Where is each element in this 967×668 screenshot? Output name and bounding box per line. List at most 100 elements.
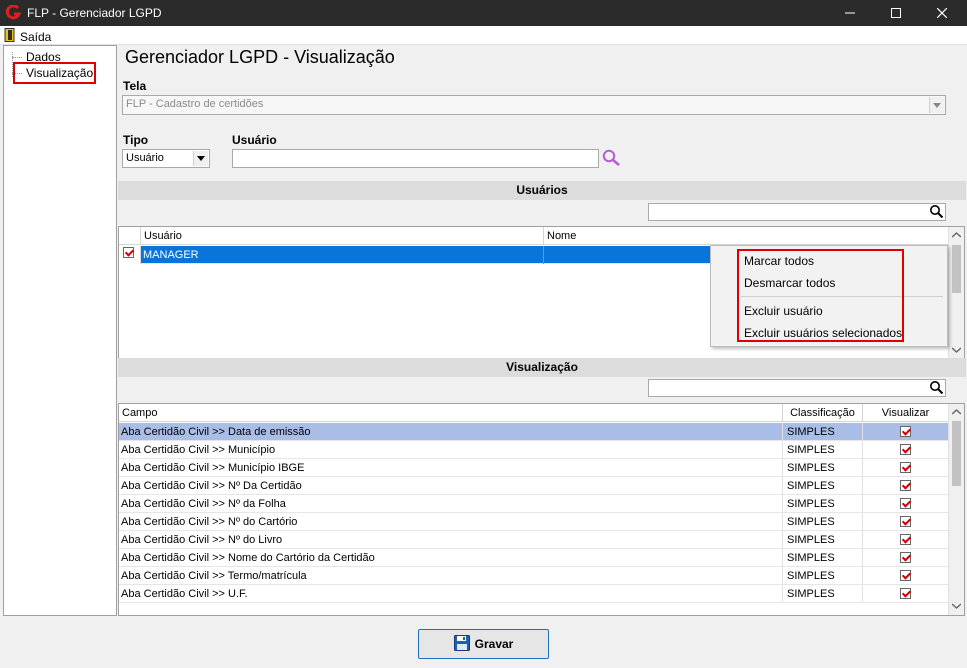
tree-item-highlight	[13, 62, 96, 84]
tela-select-value: FLP - Cadastro de certidões	[126, 98, 264, 110]
main-panel: Gerenciador LGPD - Visualização Tela FLP…	[117, 45, 967, 616]
view-row-visualizar-checkbox[interactable]	[863, 423, 948, 441]
checkbox-checked-icon	[900, 516, 911, 527]
app-logo-icon	[5, 4, 22, 20]
tela-select[interactable]: FLP - Cadastro de certidões	[122, 95, 946, 115]
close-button[interactable]	[919, 0, 965, 26]
view-row-visualizar-checkbox[interactable]	[863, 513, 948, 531]
view-search-input[interactable]	[648, 379, 946, 397]
table-row[interactable]: Aba Certidão Civil >> Nº do Livro SIMPLES	[119, 531, 948, 549]
save-button-label: Gravar	[474, 637, 514, 651]
scroll-thumb[interactable]	[952, 421, 961, 486]
window-title: FLP - Gerenciador LGPD	[27, 6, 162, 20]
table-row[interactable]: Aba Certidão Civil >> Nº da Folha SIMPLES	[119, 495, 948, 513]
view-row-visualizar-checkbox[interactable]	[863, 549, 948, 567]
chevron-down-icon	[193, 151, 208, 166]
view-row-campo: Aba Certidão Civil >> Data de emissão	[119, 423, 783, 441]
users-section-header: Usuários	[118, 181, 966, 200]
view-row-classificacao: SIMPLES	[783, 585, 863, 603]
view-row-classificacao: SIMPLES	[783, 549, 863, 567]
view-row-classificacao: SIMPLES	[783, 459, 863, 477]
view-row-visualizar-checkbox[interactable]	[863, 441, 948, 459]
users-grid-header: Usuário Nome	[119, 227, 949, 245]
checkbox-checked-icon	[900, 588, 911, 599]
scroll-thumb[interactable]	[952, 245, 961, 293]
view-grid-header: Campo Classificação Visualizar	[119, 404, 948, 422]
view-section-header: Visualização	[118, 358, 966, 377]
usuario-label: Usuário	[232, 133, 277, 147]
save-button[interactable]: Gravar	[418, 629, 549, 659]
checkbox-checked-icon	[900, 462, 911, 473]
minimize-button[interactable]	[827, 0, 873, 26]
table-row[interactable]: Aba Certidão Civil >> Nº do Cartório SIMP…	[119, 513, 948, 531]
context-menu: Marcar todos Desmarcar todos Excluir usu…	[710, 245, 948, 347]
users-search-input[interactable]	[648, 203, 946, 221]
view-col-classificacao[interactable]: Classificação	[783, 404, 863, 422]
view-row-classificacao: SIMPLES	[783, 513, 863, 531]
view-row-campo: Aba Certidão Civil >> Nº do Livro	[119, 531, 783, 549]
users-grid-check-header	[119, 227, 141, 245]
view-row-campo: Aba Certidão Civil >> Nº do Cartório	[119, 513, 783, 531]
search-icon[interactable]	[929, 380, 944, 398]
scroll-down-icon[interactable]	[952, 347, 961, 353]
view-grid-scrollbar[interactable]	[948, 404, 964, 615]
view-row-visualizar-checkbox[interactable]	[863, 459, 948, 477]
checkbox-checked-icon	[900, 480, 911, 491]
exit-door-icon	[4, 28, 16, 45]
view-row-campo: Aba Certidão Civil >> Nº da Folha	[119, 495, 783, 513]
table-row[interactable]: Aba Certidão Civil >> Município SIMPLES	[119, 441, 948, 459]
view-row-visualizar-checkbox[interactable]	[863, 477, 948, 495]
table-row[interactable]: Aba Certidão Civil >> Termo/matrícula SIM…	[119, 567, 948, 585]
scroll-up-icon[interactable]	[952, 232, 961, 238]
window-title-bar: FLP - Gerenciador LGPD	[0, 0, 967, 26]
menu-bar: Saída	[0, 26, 967, 45]
tela-label: Tela	[123, 79, 147, 93]
view-row-classificacao: SIMPLES	[783, 567, 863, 585]
users-col-nome[interactable]: Nome	[544, 227, 949, 245]
view-row-visualizar-checkbox[interactable]	[863, 567, 948, 585]
maximize-button[interactable]	[873, 0, 919, 26]
view-row-classificacao: SIMPLES	[783, 477, 863, 495]
view-row-visualizar-checkbox[interactable]	[863, 531, 948, 549]
users-grid-scrollbar[interactable]	[948, 227, 964, 358]
chevron-down-icon	[929, 97, 944, 113]
tipo-label: Tipo	[123, 133, 149, 147]
table-row[interactable]: Aba Certidão Civil >> Nome do Cartório d…	[119, 549, 948, 567]
view-col-visualizar[interactable]: Visualizar	[863, 404, 948, 422]
view-row-classificacao: SIMPLES	[783, 531, 863, 549]
view-row-visualizar-checkbox[interactable]	[863, 585, 948, 603]
view-row-campo: Aba Certidão Civil >> Termo/matrícula	[119, 567, 783, 585]
search-icon[interactable]	[929, 204, 944, 222]
view-row-visualizar-checkbox[interactable]	[863, 495, 948, 513]
checkbox-checked-icon	[900, 498, 911, 509]
view-grid: Campo Classificação Visualizar Aba Certi…	[118, 403, 965, 616]
scroll-up-icon[interactable]	[952, 409, 961, 415]
usuario-input[interactable]	[232, 149, 599, 168]
checkbox-checked-icon	[900, 552, 911, 563]
view-col-campo[interactable]: Campo	[119, 404, 783, 422]
navigation-tree: Dados Visualização	[3, 45, 117, 616]
tipo-select[interactable]: Usuário	[122, 149, 210, 168]
checkbox-checked-icon	[900, 426, 911, 437]
view-row-campo: Aba Certidão Civil >> Município IBGE	[119, 459, 783, 477]
table-row[interactable]: Aba Certidão Civil >> Data de emissão SIM…	[119, 423, 948, 441]
view-row-campo: Aba Certidão Civil >> Nº Da Certidão	[119, 477, 783, 495]
tree-connector	[12, 57, 22, 58]
exit-menu-item[interactable]: Saída	[4, 28, 51, 45]
table-row[interactable]: Aba Certidão Civil >> Município IBGE SIMP…	[119, 459, 948, 477]
checkbox-checked-icon	[900, 534, 911, 545]
checkbox-checked-icon	[123, 247, 134, 258]
view-row-classificacao: SIMPLES	[783, 495, 863, 513]
checkbox-checked-icon	[900, 444, 911, 455]
row-checkbox[interactable]	[119, 246, 141, 264]
view-row-campo: Aba Certidão Civil >> Nome do Cartório d…	[119, 549, 783, 567]
scroll-down-icon[interactable]	[952, 603, 961, 609]
table-row[interactable]: Aba Certidão Civil >> Nº Da Certidão SIMP…	[119, 477, 948, 495]
users-row-usuario: MANAGER	[141, 246, 544, 264]
table-row[interactable]: Aba Certidão Civil >> U.F. SIMPLES	[119, 585, 948, 603]
floppy-disk-icon	[453, 634, 470, 654]
users-col-usuario[interactable]: Usuário	[141, 227, 544, 245]
view-row-classificacao: SIMPLES	[783, 441, 863, 459]
search-icon[interactable]	[602, 149, 621, 170]
exit-menu-label: Saída	[20, 29, 52, 44]
